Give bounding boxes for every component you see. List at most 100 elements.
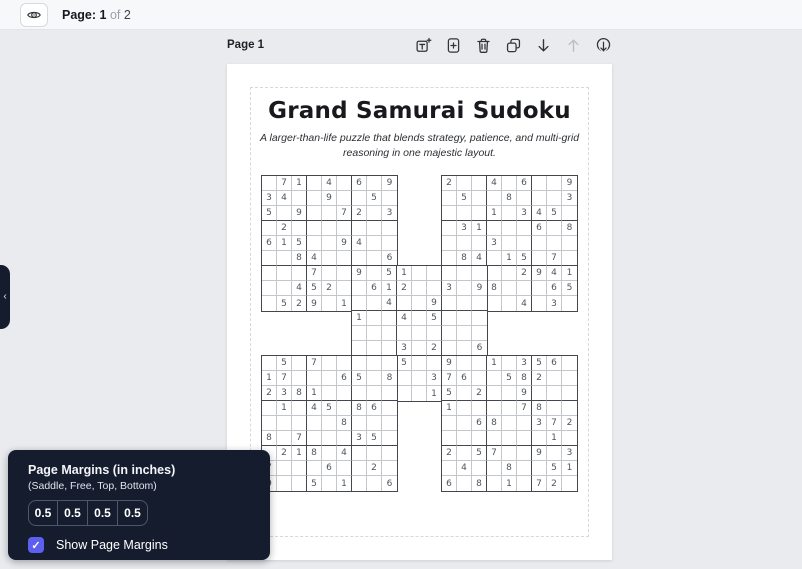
- sudoku-cell: [337, 191, 352, 206]
- sudoku-cell: 6: [367, 401, 382, 416]
- margin-saddle-input[interactable]: [28, 500, 58, 526]
- sidebar-collapse-tab[interactable]: ‹: [0, 265, 10, 329]
- sudoku-cell: 1: [337, 296, 352, 311]
- show-page-margins-row: ✓ Show Page Margins: [28, 537, 270, 553]
- sudoku-cell: [562, 386, 577, 401]
- sudoku-grid-bottom-left: 57176582381145868873521847629516: [261, 355, 398, 492]
- download-page-icon[interactable]: [595, 37, 612, 54]
- sudoku-cell: 7: [442, 371, 457, 386]
- sudoku-cell: [472, 431, 487, 446]
- show-page-margins-checkbox[interactable]: ✓: [28, 537, 44, 553]
- sudoku-cell: [352, 191, 367, 206]
- margin-free-input[interactable]: [58, 500, 88, 526]
- sudoku-cell: 7: [307, 356, 322, 371]
- sudoku-cell: [382, 416, 397, 431]
- sudoku-cell: 4: [487, 176, 502, 191]
- sudoku-cell: [367, 446, 382, 461]
- sudoku-cell: 1: [427, 386, 442, 401]
- sudoku-cell: 4: [457, 461, 472, 476]
- checkbox-check-icon: ✓: [31, 539, 41, 552]
- eye-icon: [26, 7, 42, 23]
- sudoku-cell: 6: [472, 341, 487, 356]
- sudoku-cell: [442, 251, 457, 266]
- sudoku-cell: 1: [292, 176, 307, 191]
- sudoku-cell: [412, 281, 427, 296]
- sudoku-cell: [337, 221, 352, 236]
- sudoku-cell: [487, 221, 502, 236]
- sudoku-cell: 5: [382, 266, 397, 281]
- delete-page-icon[interactable]: [475, 37, 492, 54]
- sudoku-cell: [352, 326, 367, 341]
- sudoku-cell: [517, 416, 532, 431]
- sudoku-cell: [397, 371, 412, 386]
- sudoku-cell: [487, 431, 502, 446]
- sudoku-cell: 2: [442, 176, 457, 191]
- duplicate-page-icon[interactable]: [505, 37, 522, 54]
- page-indicator-of: of: [109, 8, 121, 22]
- sudoku-cell: [457, 476, 472, 491]
- sudoku-cell: 5: [547, 206, 562, 221]
- sudoku-cell: 4: [352, 236, 367, 251]
- sudoku-cell: 9: [472, 281, 487, 296]
- sudoku-cell: 1: [502, 251, 517, 266]
- sudoku-cell: [472, 296, 487, 311]
- sudoku-cell: 1: [562, 266, 577, 281]
- sudoku-cell: [562, 431, 577, 446]
- sudoku-cell: [322, 416, 337, 431]
- sudoku-cell: [547, 176, 562, 191]
- sudoku-cell: 2: [352, 206, 367, 221]
- sudoku-cell: [292, 356, 307, 371]
- sudoku-cell: [367, 296, 382, 311]
- sudoku-cell: [442, 311, 457, 326]
- page-margins-panel: Page Margins (in inches) (Saddle, Free, …: [8, 450, 270, 560]
- sudoku-cell: [337, 431, 352, 446]
- sudoku-cell: 3: [562, 191, 577, 206]
- sudoku-cell: [307, 191, 322, 206]
- move-page-up-icon: [565, 37, 582, 54]
- sudoku-cell: [472, 191, 487, 206]
- sudoku-cell: [547, 236, 562, 251]
- sudoku-cell: 6: [382, 251, 397, 266]
- sudoku-cell: 5: [517, 251, 532, 266]
- sudoku-cell: [562, 236, 577, 251]
- add-text-frame-icon[interactable]: [415, 37, 432, 54]
- margin-top-input[interactable]: [88, 500, 118, 526]
- sudoku-cell: [502, 236, 517, 251]
- sudoku-cell: [502, 416, 517, 431]
- sudoku-cell: [412, 341, 427, 356]
- sudoku-cell: [457, 356, 472, 371]
- sudoku-cell: 3: [262, 191, 277, 206]
- sudoku-cell: 8: [487, 416, 502, 431]
- preview-button[interactable]: [20, 3, 48, 27]
- sudoku-cell: [502, 221, 517, 236]
- sudoku-cell: [487, 476, 502, 491]
- add-page-icon[interactable]: [445, 37, 462, 54]
- sudoku-cell: [262, 401, 277, 416]
- margin-bottom-input[interactable]: [118, 500, 148, 526]
- sudoku-cell: 2: [562, 416, 577, 431]
- sudoku-cell: [562, 401, 577, 416]
- sudoku-cell: [322, 236, 337, 251]
- sudoku-cell: 5: [292, 236, 307, 251]
- sudoku-cell: [277, 476, 292, 491]
- sudoku-cell: 9: [322, 191, 337, 206]
- sudoku-cell: 4: [322, 176, 337, 191]
- sudoku-cell: 6: [457, 371, 472, 386]
- sudoku-cell: [382, 191, 397, 206]
- sudoku-cell: [472, 401, 487, 416]
- sudoku-cell: [517, 446, 532, 461]
- sudoku-cell: 9: [532, 446, 547, 461]
- sudoku-cell: [352, 251, 367, 266]
- puzzle-subtitle: A larger-than-life puzzle that blends st…: [259, 132, 580, 160]
- sudoku-cell: 9: [427, 296, 442, 311]
- sudoku-cell: [547, 386, 562, 401]
- sudoku-cell: 1: [277, 401, 292, 416]
- page-toolbar-icons: [415, 37, 612, 54]
- sudoku-cell: [292, 401, 307, 416]
- sudoku-cell: [322, 221, 337, 236]
- sudoku-cell: 9: [442, 356, 457, 371]
- move-page-down-icon[interactable]: [535, 37, 552, 54]
- sudoku-cell: 5: [397, 356, 412, 371]
- margins-panel-subtitle: (Saddle, Free, Top, Bottom): [28, 480, 157, 492]
- sudoku-cell: 4: [397, 311, 412, 326]
